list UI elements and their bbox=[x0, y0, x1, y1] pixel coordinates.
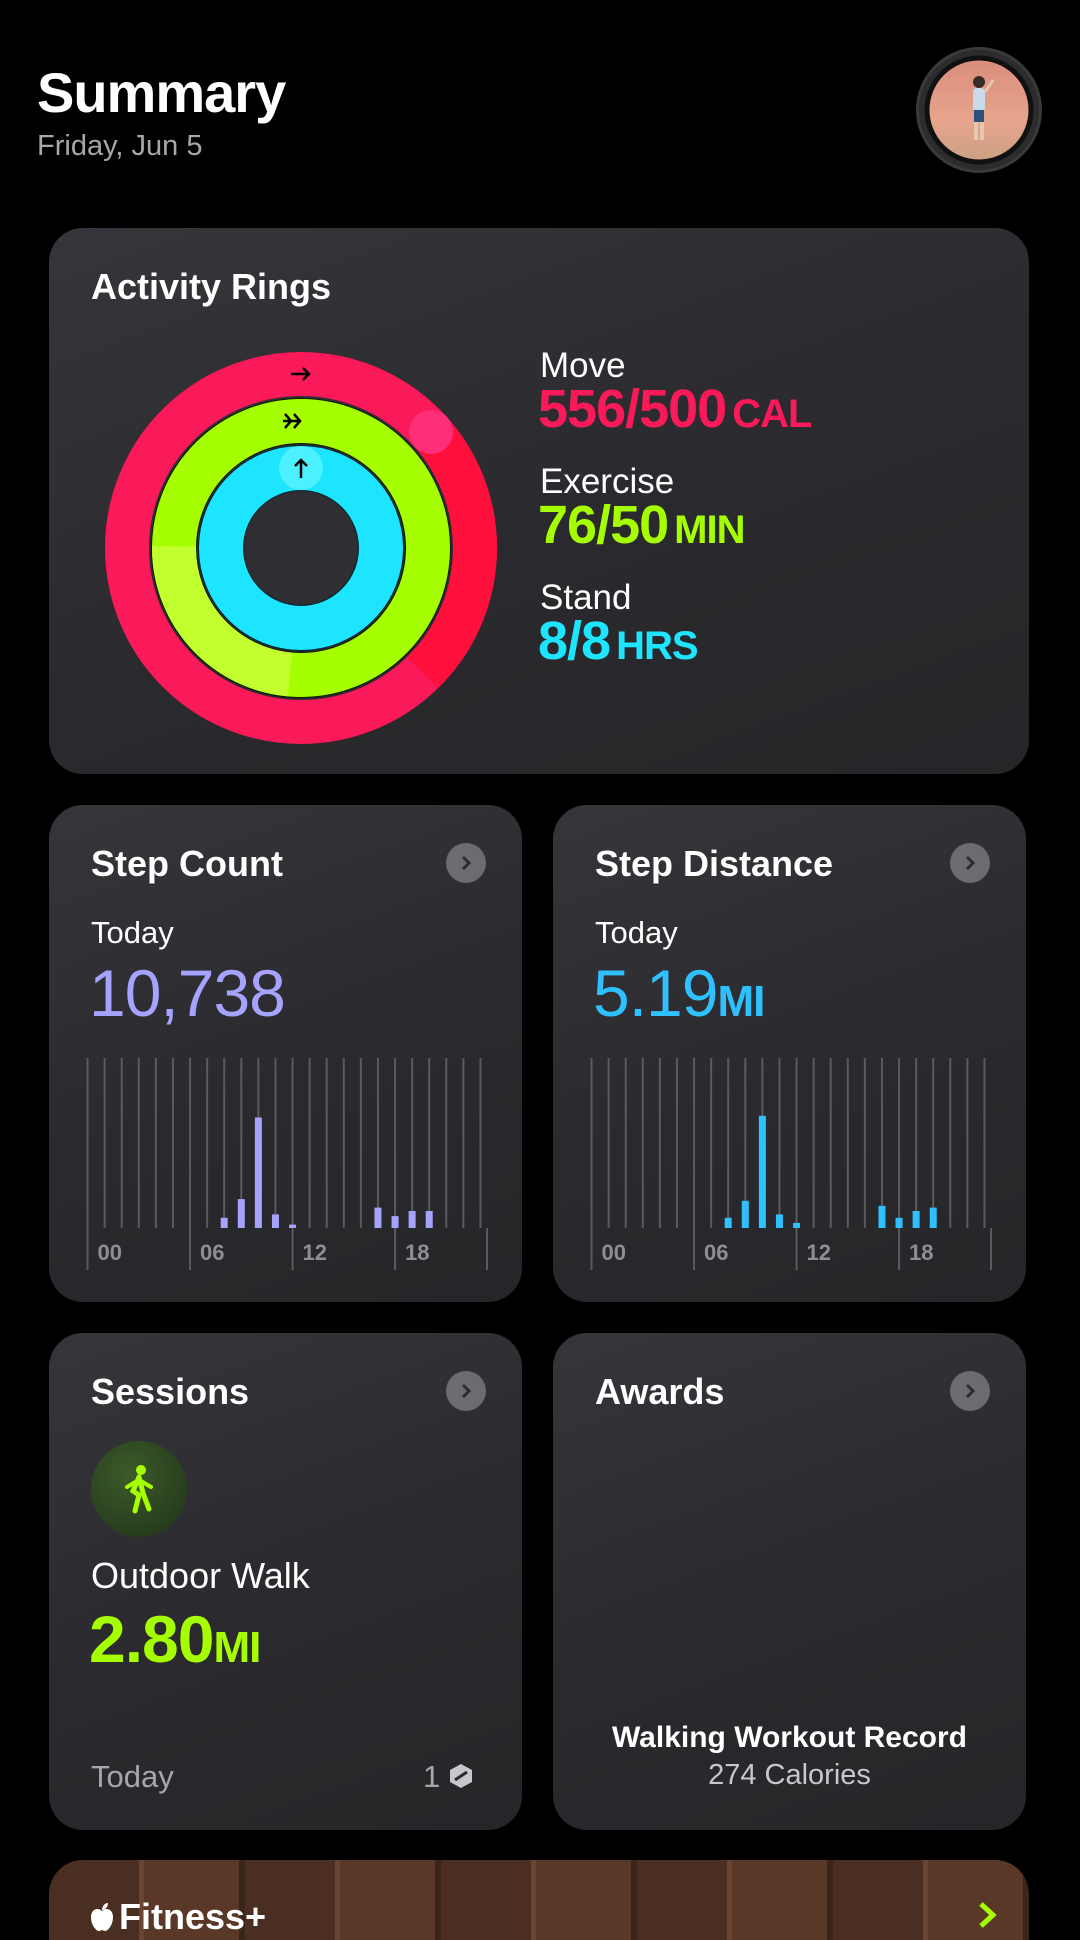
fitness-plus-label: Fitness+ bbox=[119, 1896, 267, 1937]
tick-label: 06 bbox=[704, 1240, 728, 1265]
workout-distance-unit: MI bbox=[213, 1623, 261, 1672]
walk-badge bbox=[91, 1441, 187, 1537]
chevron-right-icon[interactable] bbox=[975, 1900, 999, 1930]
bar-hour-8 bbox=[724, 1217, 732, 1228]
bar-hour-10 bbox=[254, 1117, 262, 1228]
bar-hour-20 bbox=[929, 1207, 937, 1228]
activity-rings-graphic bbox=[105, 352, 497, 744]
workout-distance-amount: 2.80 bbox=[89, 1602, 214, 1676]
sessions-footer-label: Today bbox=[91, 1759, 174, 1794]
page-title: Summary bbox=[37, 61, 286, 124]
step-count-card[interactable]: Step Count Today 10,738 00 06 12 18 bbox=[49, 805, 522, 1302]
bar-hour-19 bbox=[408, 1211, 416, 1228]
stand-unit: HRS bbox=[616, 624, 698, 668]
watch-badge-icon bbox=[450, 1764, 472, 1788]
chevron-right-icon[interactable] bbox=[950, 1371, 990, 1411]
period-label: Today bbox=[91, 915, 174, 950]
step-distance-value: 5.19MI bbox=[593, 955, 765, 1031]
bar-hour-18 bbox=[895, 1217, 903, 1228]
tick-label: 00 bbox=[602, 1240, 626, 1265]
chevron-right-icon[interactable] bbox=[446, 1371, 486, 1411]
walking-icon bbox=[125, 1465, 153, 1514]
date-subtitle: Friday, Jun 5 bbox=[37, 130, 203, 162]
move-value: 556/500 CAL bbox=[538, 378, 812, 440]
exercise-unit: MIN bbox=[674, 508, 745, 552]
bar-hour-11 bbox=[775, 1214, 783, 1228]
bar-hour-12 bbox=[793, 1222, 801, 1228]
bar-hour-17 bbox=[374, 1207, 382, 1228]
sessions-card[interactable]: Sessions Outdoor Walk 2.80MI Today 1 bbox=[49, 1333, 522, 1830]
tick-label: 12 bbox=[303, 1240, 327, 1265]
tick-label: 06 bbox=[200, 1240, 224, 1265]
awards-card[interactable]: Awards Walking Workout Record 274 Calori… bbox=[553, 1333, 1026, 1830]
move-unit: CAL bbox=[732, 392, 812, 436]
bar-hour-11 bbox=[271, 1214, 279, 1228]
activity-rings-card[interactable]: Activity Rings Move 556/500CAL Exercise bbox=[49, 228, 1029, 774]
card-title: Step Count bbox=[91, 843, 283, 884]
card-title: Awards bbox=[595, 1371, 725, 1412]
exercise-value: 76/50 MIN bbox=[538, 494, 745, 556]
bar-hour-19 bbox=[912, 1211, 920, 1228]
step-distance-card[interactable]: Step Distance Today 5.19MI 00 06 12 18 bbox=[553, 805, 1026, 1302]
stand-amount: 8/8 bbox=[538, 611, 611, 671]
bar-hour-20 bbox=[425, 1211, 433, 1228]
tick-label: 00 bbox=[98, 1240, 122, 1265]
period-label: Today bbox=[595, 915, 678, 950]
step-count-chart: 00 06 12 18 bbox=[86, 1058, 488, 1270]
move-amount: 556/500 bbox=[538, 379, 727, 439]
tick-label: 18 bbox=[405, 1240, 429, 1265]
bar-hour-8 bbox=[220, 1217, 228, 1228]
sessions-count: 1 bbox=[423, 1759, 441, 1794]
chevron-right-icon[interactable] bbox=[950, 843, 990, 883]
workout-name: Outdoor Walk bbox=[91, 1555, 310, 1596]
chevron-right-icon[interactable] bbox=[446, 843, 486, 883]
bar-hour-17 bbox=[878, 1205, 886, 1228]
bar-hour-9 bbox=[741, 1200, 749, 1228]
step-count-value: 10,738 bbox=[89, 956, 286, 1030]
fitness-plus-banner[interactable]: Fitness+ bbox=[49, 1860, 1029, 1940]
award-detail: 274 Calories bbox=[708, 1759, 871, 1791]
bar-hour-12 bbox=[289, 1224, 297, 1228]
award-name: Walking Workout Record bbox=[611, 1721, 968, 1754]
step-distance-amount: 5.19 bbox=[593, 956, 718, 1030]
bar-hour-9 bbox=[237, 1199, 245, 1228]
bar-hour-18 bbox=[391, 1216, 399, 1228]
workout-distance: 2.80MI bbox=[89, 1601, 261, 1677]
card-title: Step Distance bbox=[595, 843, 834, 884]
apple-logo-icon bbox=[91, 1903, 113, 1931]
avatar[interactable] bbox=[919, 50, 1039, 170]
card-title: Activity Rings bbox=[91, 266, 332, 307]
exercise-amount: 76/50 bbox=[538, 495, 669, 555]
bar-hour-10 bbox=[758, 1115, 766, 1228]
card-title: Sessions bbox=[91, 1371, 250, 1412]
step-distance-chart: 00 06 12 18 bbox=[590, 1058, 992, 1270]
stand-value: 8/8 HRS bbox=[538, 610, 699, 672]
tick-label: 18 bbox=[909, 1240, 933, 1265]
tick-label: 12 bbox=[807, 1240, 831, 1265]
step-distance-unit: MI bbox=[717, 977, 765, 1026]
